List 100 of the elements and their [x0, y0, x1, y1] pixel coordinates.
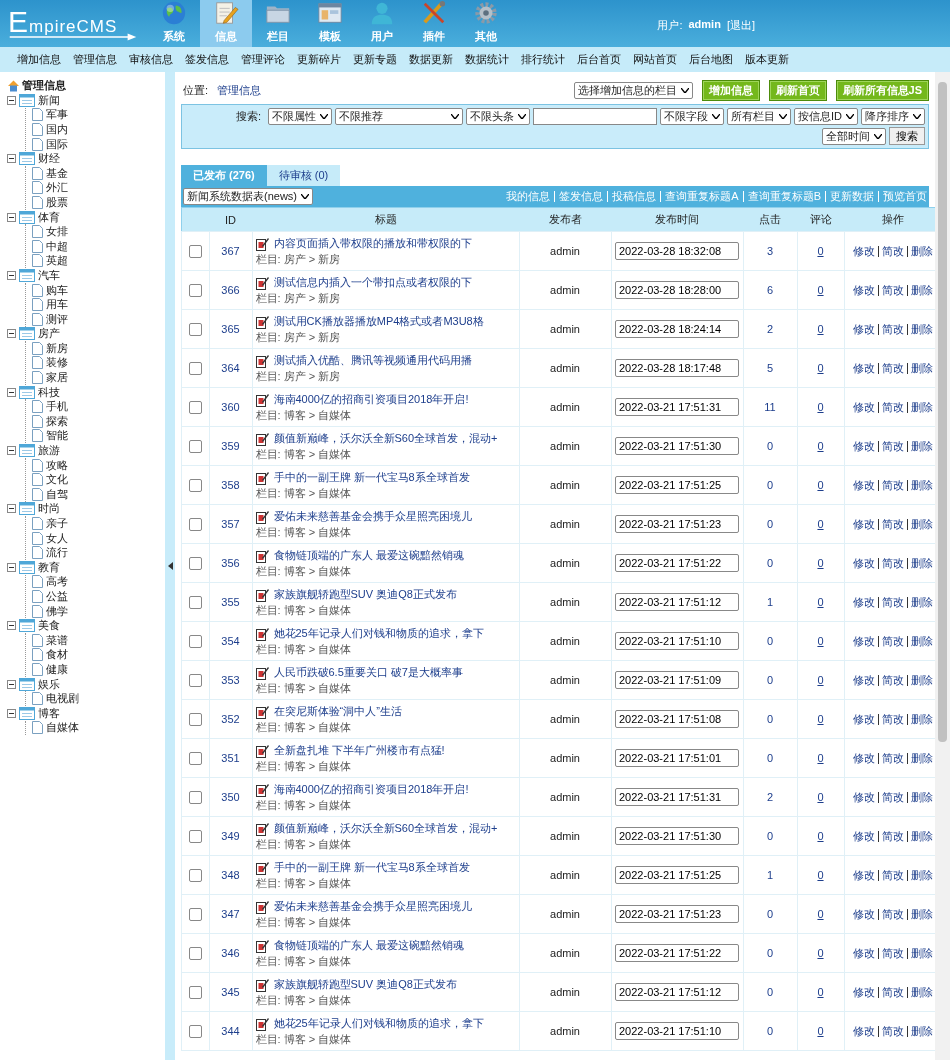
- action-link[interactable]: 简改: [882, 595, 905, 608]
- title-link[interactable]: 测试用CK播放器播放MP4格式或者M3U8格: [273, 313, 484, 329]
- title-link[interactable]: 测试信息内插入一个带扣点或者权限的下: [273, 274, 472, 290]
- comments-link[interactable]: 0: [817, 869, 824, 881]
- title-link[interactable]: 手中的一副王牌 新一代宝马8系全球首发: [273, 469, 470, 485]
- search-button[interactable]: 搜索: [889, 127, 925, 145]
- comments-link[interactable]: 0: [817, 908, 824, 920]
- checkbox[interactable]: [188, 478, 202, 492]
- tree-item[interactable]: 娱乐: [38, 676, 60, 692]
- action-link[interactable]: 简改: [882, 400, 905, 413]
- checkbox[interactable]: [188, 361, 202, 375]
- tree-item[interactable]: 用车: [46, 297, 68, 313]
- tree-item[interactable]: 体育: [38, 209, 60, 225]
- checkbox[interactable]: [188, 946, 202, 960]
- tree-item[interactable]: 流行: [46, 545, 68, 561]
- scrollbar-thumb[interactable]: [938, 82, 947, 742]
- time-field[interactable]: 2022-03-21 17:51:08: [615, 710, 739, 728]
- comments-link[interactable]: 0: [817, 362, 824, 374]
- checkbox[interactable]: [188, 868, 202, 882]
- action-link[interactable]: 修改: [853, 712, 876, 725]
- menu-link[interactable]: 管理评论: [241, 52, 285, 67]
- collapse-arrow-icon[interactable]: [167, 562, 173, 570]
- action-link[interactable]: 修改: [853, 361, 876, 374]
- comments-link[interactable]: 0: [817, 674, 824, 686]
- filter-select[interactable]: 不限属性: [268, 108, 332, 125]
- time-field[interactable]: 2022-03-21 17:51:23: [615, 905, 739, 923]
- action-link[interactable]: 修改: [853, 985, 876, 998]
- tree-item[interactable]: 自媒体: [46, 720, 79, 736]
- action-link[interactable]: 删除: [911, 244, 934, 257]
- collapse-icon[interactable]: [7, 446, 16, 456]
- checkbox[interactable]: [188, 244, 202, 258]
- collapse-icon[interactable]: [7, 154, 16, 164]
- action-link[interactable]: 修改: [853, 673, 876, 686]
- action-link[interactable]: 删除: [911, 595, 934, 608]
- time-field[interactable]: 2022-03-21 17:51:22: [615, 554, 739, 572]
- action-link[interactable]: 修改: [853, 478, 876, 491]
- action-link[interactable]: 修改: [853, 907, 876, 920]
- tree-item[interactable]: 女排: [46, 224, 68, 240]
- action-link[interactable]: 删除: [911, 868, 934, 881]
- location-link[interactable]: 管理信息: [217, 82, 262, 98]
- tree-item[interactable]: 新房: [46, 340, 68, 356]
- action-link[interactable]: 修改: [853, 517, 876, 530]
- time-field[interactable]: 2022-03-21 17:51:25: [615, 866, 739, 884]
- menu-link[interactable]: 管理信息: [73, 52, 117, 67]
- time-field[interactable]: 2022-03-28 18:32:08: [615, 242, 739, 260]
- tree-item[interactable]: 购车: [46, 282, 68, 298]
- title-link[interactable]: 颜值新巅峰，沃尔沃全新S60全球首发，混动+: [273, 820, 498, 836]
- keyword-field[interactable]: [533, 108, 657, 125]
- comments-link[interactable]: 0: [817, 1025, 824, 1037]
- time-field[interactable]: 2022-03-21 17:51:22: [615, 944, 739, 962]
- tree-item[interactable]: 科技: [38, 384, 60, 400]
- menu-link[interactable]: 增加信息: [17, 52, 61, 67]
- time-field[interactable]: 2022-03-21 17:51:01: [615, 749, 739, 767]
- menu-link[interactable]: 更新专题: [353, 52, 397, 67]
- collapse-icon[interactable]: [7, 212, 16, 222]
- action-link[interactable]: 修改: [853, 400, 876, 413]
- tree-item[interactable]: 装修: [46, 355, 68, 371]
- title-link[interactable]: 测试插入优酷、腾讯等视频通用代码用播: [273, 352, 472, 368]
- tree-item[interactable]: 国际: [46, 136, 68, 152]
- title-link[interactable]: 海南4000亿的招商引资项目2018年开启!: [273, 391, 469, 407]
- collapse-icon[interactable]: [7, 504, 16, 514]
- tree-item[interactable]: 教育: [38, 559, 60, 575]
- title-link[interactable]: 手中的一副王牌 新一代宝马8系全球首发: [273, 859, 470, 875]
- filter-select[interactable]: 不限推荐: [335, 108, 463, 125]
- action-link[interactable]: 删除: [911, 478, 934, 491]
- action-link[interactable]: 删除: [911, 829, 934, 842]
- collapse-icon[interactable]: [7, 95, 16, 105]
- comments-link[interactable]: 0: [817, 596, 824, 608]
- filter-select[interactable]: 降序排序: [861, 108, 925, 125]
- action-link[interactable]: 修改: [853, 439, 876, 452]
- checkbox[interactable]: [188, 790, 202, 804]
- action-link[interactable]: 简改: [882, 751, 905, 764]
- tree-item[interactable]: 佛学: [46, 603, 68, 619]
- tree-item[interactable]: 博客: [38, 705, 60, 721]
- comments-link[interactable]: 0: [817, 557, 824, 569]
- action-link[interactable]: 简改: [882, 790, 905, 803]
- tree-item[interactable]: 电视剧: [46, 691, 79, 707]
- column-select[interactable]: 选择增加信息的栏目: [573, 81, 693, 99]
- menu-link[interactable]: 后台首页: [577, 52, 621, 67]
- collapse-icon[interactable]: [7, 329, 16, 339]
- action-link[interactable]: 简改: [882, 985, 905, 998]
- action-link[interactable]: 简改: [882, 244, 905, 257]
- tree-item[interactable]: 探索: [46, 413, 68, 429]
- action-link[interactable]: 删除: [911, 985, 934, 998]
- comments-link[interactable]: 0: [817, 830, 824, 842]
- menu-link[interactable]: 数据更新: [409, 52, 453, 67]
- action-link[interactable]: 删除: [911, 634, 934, 647]
- tree-item[interactable]: 食材: [46, 647, 68, 663]
- checkbox[interactable]: [188, 556, 202, 570]
- action-link[interactable]: 修改: [853, 751, 876, 764]
- filter-select[interactable]: 按信息ID: [794, 108, 858, 125]
- menu-link[interactable]: 审核信息: [129, 52, 173, 67]
- checkbox[interactable]: [188, 595, 202, 609]
- tree-item[interactable]: 英超: [46, 253, 68, 269]
- collapse-icon[interactable]: [7, 708, 16, 718]
- collapse-icon[interactable]: [7, 270, 16, 280]
- scrollbar[interactable]: [935, 72, 950, 1060]
- action-link[interactable]: 简改: [882, 1024, 905, 1037]
- action-link[interactable]: 删除: [911, 322, 934, 335]
- menu-link[interactable]: 数据统计: [465, 52, 509, 67]
